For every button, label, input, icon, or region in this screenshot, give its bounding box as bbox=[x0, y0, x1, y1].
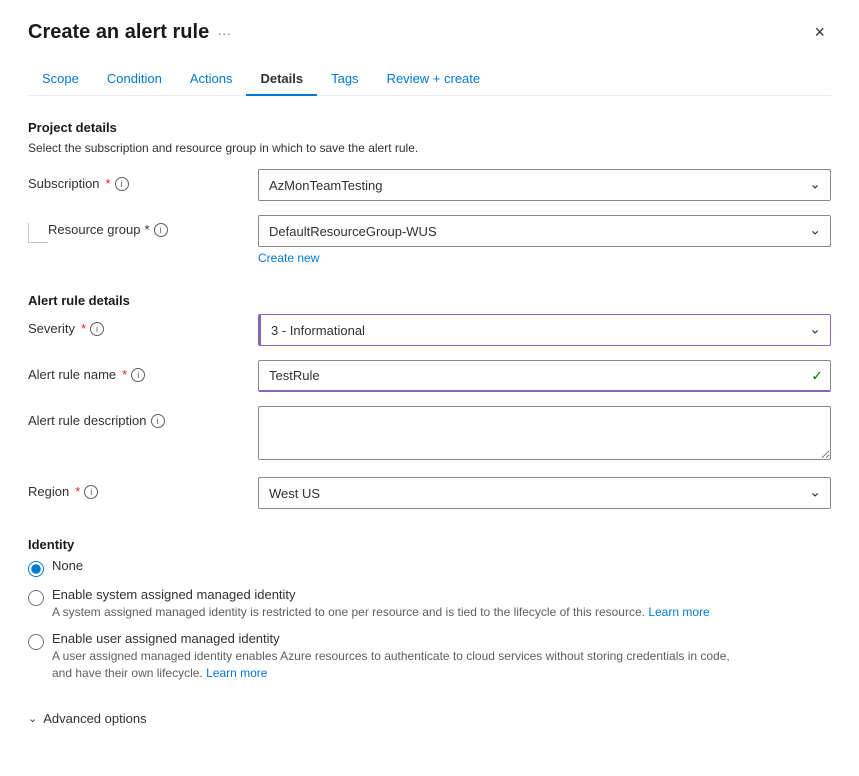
dialog-header: Create an alert rule ··· × bbox=[28, 20, 831, 45]
subscription-select[interactable]: AzMonTeamTesting bbox=[258, 169, 831, 201]
alert-rule-details-title: Alert rule details bbox=[28, 293, 831, 308]
close-button[interactable]: × bbox=[808, 20, 831, 45]
resource-group-info-icon[interactable]: i bbox=[154, 223, 168, 237]
dialog-title-extra: ··· bbox=[217, 25, 231, 41]
tab-bar: Scope Condition Actions Details Tags Rev… bbox=[28, 63, 831, 96]
identity-none-radio[interactable] bbox=[28, 561, 44, 577]
identity-user-assigned-radio[interactable] bbox=[28, 634, 44, 650]
resource-group-label-area: Resource group * i bbox=[48, 215, 258, 237]
create-new-link[interactable]: Create new bbox=[258, 251, 319, 265]
alert-rule-name-info-icon[interactable]: i bbox=[131, 368, 145, 382]
tab-condition[interactable]: Condition bbox=[93, 63, 176, 96]
indent-line bbox=[28, 223, 48, 243]
alert-rule-desc-textarea[interactable] bbox=[258, 406, 831, 460]
tab-scope[interactable]: Scope bbox=[28, 63, 93, 96]
identity-none-label-area: None bbox=[52, 558, 83, 573]
subscription-control: AzMonTeamTesting bbox=[258, 169, 831, 201]
identity-system-assigned-learn-more[interactable]: Learn more bbox=[648, 605, 709, 619]
identity-user-assigned-learn-more[interactable]: Learn more bbox=[206, 666, 267, 680]
alert-rule-name-input-wrapper: ✓ bbox=[258, 360, 831, 392]
identity-user-assigned-desc: A user assigned managed identity enables… bbox=[52, 648, 752, 682]
dialog-title: Create an alert rule bbox=[28, 21, 209, 44]
alert-rule-desc-info-icon[interactable]: i bbox=[151, 414, 165, 428]
identity-user-assigned-row: Enable user assigned managed identity A … bbox=[28, 631, 831, 682]
region-select[interactable]: West US East US East US 2 West Europe bbox=[258, 477, 831, 509]
region-select-wrapper: West US East US East US 2 West Europe bbox=[258, 477, 831, 509]
identity-section: Identity None Enable system assigned man… bbox=[28, 537, 831, 681]
severity-row: Severity * i 3 - Informational 0 - Criti… bbox=[28, 314, 831, 346]
create-alert-rule-dialog: Create an alert rule ··· × Scope Conditi… bbox=[0, 0, 859, 776]
tab-details[interactable]: Details bbox=[246, 63, 317, 96]
alert-rule-desc-control bbox=[258, 406, 831, 463]
identity-section-title: Identity bbox=[28, 537, 831, 552]
identity-system-assigned-label: Enable system assigned managed identity bbox=[52, 587, 710, 602]
subscription-select-wrapper: AzMonTeamTesting bbox=[258, 169, 831, 201]
identity-none-row: None bbox=[28, 558, 831, 577]
alert-rule-name-input[interactable] bbox=[258, 360, 831, 392]
header-left: Create an alert rule ··· bbox=[28, 21, 231, 44]
identity-none-label: None bbox=[52, 558, 83, 573]
resource-group-select-wrapper: DefaultResourceGroup-WUS bbox=[258, 215, 831, 247]
project-details-section: Project details Select the subscription … bbox=[28, 120, 831, 265]
identity-system-assigned-row: Enable system assigned managed identity … bbox=[28, 587, 831, 621]
severity-control: 3 - Informational 0 - Critical 1 - Error… bbox=[258, 314, 831, 346]
identity-system-assigned-desc: A system assigned managed identity is re… bbox=[52, 604, 710, 621]
subscription-row: Subscription * i AzMonTeamTesting bbox=[28, 169, 831, 201]
resource-group-select[interactable]: DefaultResourceGroup-WUS bbox=[258, 215, 831, 247]
subscription-info-icon[interactable]: i bbox=[115, 177, 129, 191]
identity-user-assigned-label-area: Enable user assigned managed identity A … bbox=[52, 631, 752, 682]
tab-review-create[interactable]: Review + create bbox=[373, 63, 495, 96]
alert-rule-desc-label: Alert rule description i bbox=[28, 406, 258, 428]
resource-group-row: Resource group * i DefaultResourceGroup-… bbox=[28, 215, 831, 265]
region-control: West US East US East US 2 West Europe bbox=[258, 477, 831, 509]
identity-system-assigned-label-area: Enable system assigned managed identity … bbox=[52, 587, 710, 621]
region-row: Region * i West US East US East US 2 Wes… bbox=[28, 477, 831, 509]
alert-rule-name-label: Alert rule name * i bbox=[28, 360, 258, 382]
tab-tags[interactable]: Tags bbox=[317, 63, 372, 96]
region-info-icon[interactable]: i bbox=[84, 485, 98, 499]
alert-rule-name-control: ✓ bbox=[258, 360, 831, 392]
alert-rule-details-section: Alert rule details Severity * i 3 - Info… bbox=[28, 293, 831, 509]
alert-rule-name-required: * bbox=[122, 367, 127, 382]
severity-label: Severity * i bbox=[28, 314, 258, 336]
region-label: Region * i bbox=[28, 477, 258, 499]
project-details-desc: Select the subscription and resource gro… bbox=[28, 141, 831, 155]
resource-group-required: * bbox=[145, 222, 150, 237]
severity-info-icon[interactable]: i bbox=[90, 322, 104, 336]
subscription-label: Subscription * i bbox=[28, 169, 258, 191]
severity-required: * bbox=[81, 321, 86, 336]
alert-rule-name-row: Alert rule name * i ✓ bbox=[28, 360, 831, 392]
subscription-required: * bbox=[106, 176, 111, 191]
identity-system-assigned-radio[interactable] bbox=[28, 590, 44, 606]
alert-rule-name-check-icon: ✓ bbox=[811, 368, 823, 385]
advanced-options-toggle[interactable]: ⌄ Advanced options bbox=[28, 705, 831, 732]
project-details-title: Project details bbox=[28, 120, 831, 135]
severity-select[interactable]: 3 - Informational 0 - Critical 1 - Error… bbox=[258, 314, 831, 346]
chevron-down-icon: ⌄ bbox=[28, 712, 37, 725]
severity-select-wrapper: 3 - Informational 0 - Critical 1 - Error… bbox=[258, 314, 831, 346]
region-required: * bbox=[75, 484, 80, 499]
resource-group-control: DefaultResourceGroup-WUS Create new bbox=[258, 215, 831, 265]
advanced-options-label: Advanced options bbox=[43, 711, 146, 726]
tab-actions[interactable]: Actions bbox=[176, 63, 247, 96]
identity-user-assigned-label: Enable user assigned managed identity bbox=[52, 631, 752, 646]
alert-rule-desc-row: Alert rule description i bbox=[28, 406, 831, 463]
